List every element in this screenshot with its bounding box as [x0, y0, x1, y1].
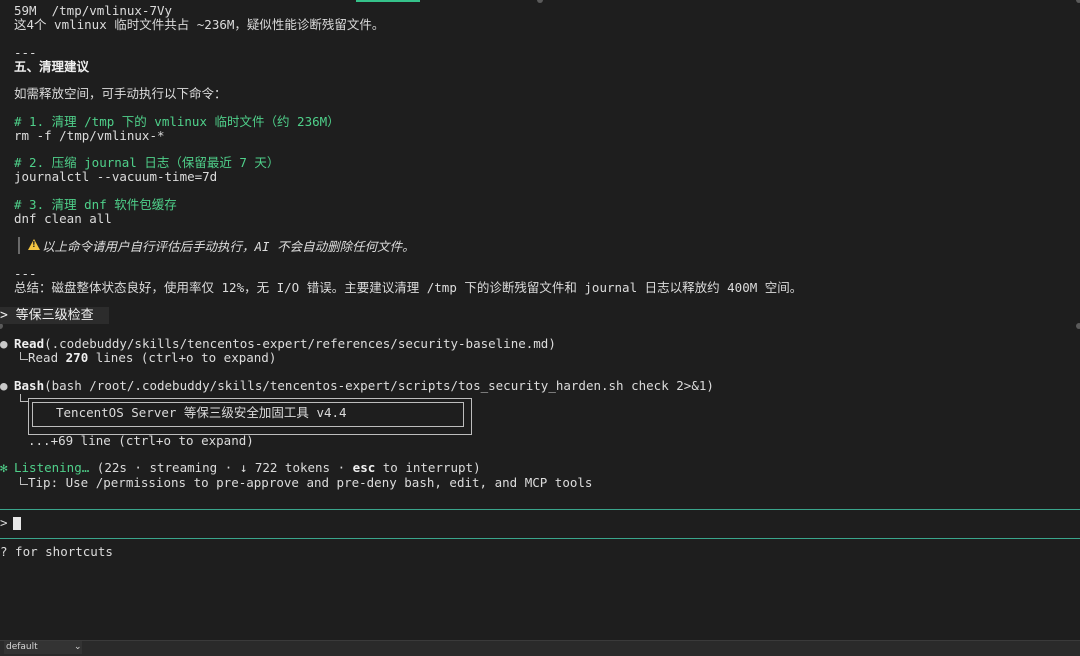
- window-corner-dot: [1076, 0, 1080, 3]
- conclusion-text: 总结：磁盘整体状态良好，使用率仅 12%，无 I/O 错误。主要建议清理 /tm…: [14, 280, 803, 295]
- tool-status-dot: ●: [0, 378, 8, 393]
- result-suffix: lines (ctrl+o to expand): [88, 350, 277, 365]
- tip-text: Tip: Use /permissions to pre-approve and…: [28, 475, 593, 490]
- code-comment: # 3. 清理 dnf 软件包缓存: [14, 197, 177, 212]
- tool-result-read[interactable]: Read 270 lines (ctrl+o to expand): [28, 351, 276, 365]
- tree-elbow: [20, 394, 28, 402]
- profile-select[interactable]: default: [4, 641, 82, 654]
- window-corner-dot: [1076, 323, 1080, 329]
- warning-text: 以上命令请用户自行评估后手动执行，AI 不会自动删除任何文件。: [42, 239, 415, 254]
- tree-elbow: [20, 477, 28, 485]
- tool-name: Read: [14, 336, 45, 351]
- tool-args: (.codebuddy/skills/tencentos-expert/refe…: [44, 336, 556, 351]
- tool-call-bash: Bash(bash /root/.codebuddy/skills/tencen…: [14, 379, 714, 393]
- window-corner-dot: [537, 0, 543, 3]
- user-prompt: > 等保三级检查: [0, 307, 110, 324]
- status-line: Listening… (22s · streaming · ↓ 722 toke…: [14, 461, 481, 475]
- code-comment: # 1. 清理 /tmp 下的 vmlinux 临时文件（约 236M）: [14, 114, 340, 129]
- active-tab-indicator: [356, 0, 420, 2]
- tool-call-read: Read(.codebuddy/skills/tencentos-expert/…: [14, 337, 556, 351]
- separator: ---: [14, 45, 37, 60]
- section-heading: 五、清理建议: [14, 59, 90, 74]
- input-border-top: [0, 509, 1080, 510]
- terminal-window: 59M /tmp/vmlinux-7Vy 这4个 vmlinux 临时文件共占 …: [0, 0, 1080, 640]
- tool-args: (bash /root/.codebuddy/skills/tencentos-…: [44, 378, 714, 393]
- status-label: Listening…: [14, 460, 90, 475]
- input-cursor[interactable]: [13, 517, 21, 530]
- tree-elbow: [20, 352, 28, 360]
- tool-name: Bash: [14, 378, 45, 393]
- status-detail-end: to interrupt): [375, 460, 481, 475]
- cleanup-intro: 如需释放空间，可手动执行以下命令：: [14, 86, 227, 101]
- input-border-bottom: [0, 538, 1080, 539]
- spinner-icon: ✻: [0, 460, 8, 475]
- separator: ---: [14, 266, 37, 281]
- code-command: rm -f /tmp/vmlinux-*: [14, 128, 165, 143]
- chevron-down-icon[interactable]: ⌄: [74, 641, 82, 654]
- status-detail: (22s · streaming · ↓ 722 tokens ·: [89, 460, 353, 475]
- blockquote-bar: [18, 237, 20, 254]
- tool-status-dot: ●: [0, 336, 8, 351]
- expand-more-output[interactable]: ...+69 line (ctrl+o to expand): [28, 434, 254, 448]
- code-comment: # 2. 压缩 journal 日志（保留最近 7 天）: [14, 155, 280, 170]
- status-bar: [0, 640, 1080, 656]
- esc-key: esc: [352, 460, 376, 475]
- input-prompt-caret: >: [0, 515, 8, 530]
- output-line-tmp-summary: 这4个 vmlinux 临时文件共占 ~236M，疑似性能诊断残留文件。: [14, 17, 385, 32]
- code-command: dnf clean all: [14, 211, 112, 226]
- banner-title: TencentOS Server 等保三级安全加固工具 v4.4: [56, 405, 347, 420]
- result-count: 270: [65, 350, 89, 365]
- shortcuts-hint: ? for shortcuts: [0, 544, 113, 559]
- code-command: journalctl --vacuum-time=7d: [14, 169, 218, 184]
- result-prefix: Read: [28, 350, 66, 365]
- warning-icon: [28, 239, 40, 250]
- output-line-tmp-file: 59M /tmp/vmlinux-7Vy: [14, 3, 173, 18]
